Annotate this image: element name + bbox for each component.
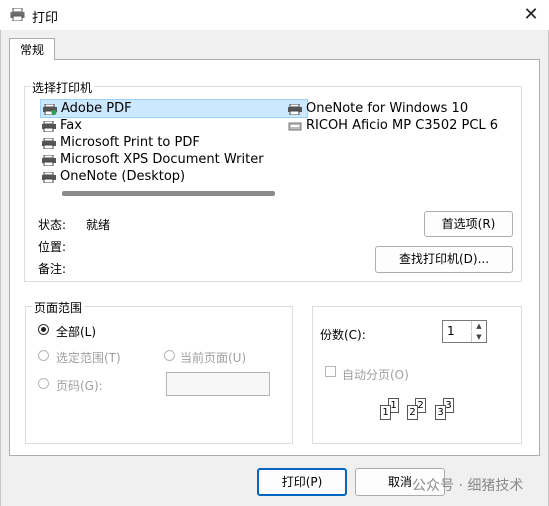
page-sheet: 2 <box>407 405 418 420</box>
page-sheet: 1 <box>380 405 391 420</box>
printer-default-icon <box>43 103 57 116</box>
copies-stepper[interactable]: 1 ▲ ▼ <box>442 320 487 343</box>
printer-name: Adobe PDF <box>61 101 132 116</box>
close-icon[interactable]: ✕ <box>518 3 544 27</box>
radio-pages-label: 页码(G): <box>56 379 103 393</box>
printer-item-adobe-pdf[interactable]: Adobe PDF <box>40 99 308 118</box>
radio-current-page[interactable] <box>164 350 175 361</box>
printer-item-ms-xps-writer[interactable]: Microsoft XPS Document Writer <box>40 151 264 168</box>
printer-icon <box>42 120 56 133</box>
copies-value: 1 <box>447 324 455 338</box>
page-sheet: 3 <box>435 405 446 420</box>
printer-icon <box>288 103 302 116</box>
radio-all-label: 全部(L) <box>56 325 97 339</box>
radio-current-page-label: 当前页面(U) <box>180 351 247 365</box>
radio-all[interactable] <box>38 324 49 335</box>
printer-group-legend: 选择打印机 <box>30 79 95 96</box>
page-range-legend: 页面范围 <box>32 299 85 316</box>
copies-label: 份数(C): <box>320 328 366 342</box>
status-value: 就绪 <box>86 218 111 232</box>
printer-list[interactable]: Adobe PDF Fax Microsoft Print to PDF Mic… <box>38 96 514 188</box>
printer-icon <box>42 137 56 150</box>
print-button[interactable]: 打印(P) <box>257 468 347 496</box>
radio-selection-label: 选定范围(T) <box>56 351 121 365</box>
tab-general[interactable]: 常规 <box>9 38 55 60</box>
printer-item-fax[interactable]: Fax <box>40 117 82 134</box>
collate-checkbox[interactable] <box>325 366 336 377</box>
find-printer-button[interactable]: 查找打印机(D)... <box>375 246 513 273</box>
spin-down-icon[interactable]: ▼ <box>471 332 486 342</box>
window-title: 打印 <box>32 11 59 26</box>
title-bar: 打印 ✕ <box>0 0 549 30</box>
tab-join <box>10 58 54 60</box>
printer-icon <box>42 171 56 184</box>
radio-pages[interactable] <box>38 378 49 389</box>
printer-name: OneNote (Desktop) <box>60 169 186 184</box>
printer-icon <box>10 7 25 22</box>
radio-selection[interactable] <box>38 350 49 361</box>
printer-item-ricoh[interactable]: RICOH Aficio MP C3502 PCL 6 <box>286 117 498 134</box>
comment-label: 备注: <box>38 262 67 276</box>
preferences-button[interactable]: 首选项(R) <box>424 211 513 237</box>
collate-label: 自动分页(O) <box>342 368 409 382</box>
printer-item-onenote-desktop[interactable]: OneNote (Desktop) <box>40 168 185 185</box>
printer-item-ms-print-to-pdf[interactable]: Microsoft Print to PDF <box>40 134 200 151</box>
printer-item-onenote-win10[interactable]: OneNote for Windows 10 <box>286 100 468 117</box>
printer-icon <box>42 154 56 167</box>
spin-up-icon[interactable]: ▲ <box>471 321 486 331</box>
printer-name: RICOH Aficio MP C3502 PCL 6 <box>306 118 499 133</box>
collate-pages-icon: 1 1 2 2 3 3 <box>380 398 460 426</box>
location-label: 位置: <box>38 240 67 254</box>
watermark: 公众号 · 细猪技术 <box>412 478 524 494</box>
printer-name: OneNote for Windows 10 <box>306 101 469 116</box>
printer-name: Fax <box>60 118 82 133</box>
pages-input[interactable] <box>166 372 270 396</box>
printer-list-scrollbar[interactable] <box>62 191 275 196</box>
status-label: 状态: <box>38 218 67 232</box>
printer-icon <box>288 120 302 131</box>
printer-name: Microsoft Print to PDF <box>60 135 200 150</box>
printer-name: Microsoft XPS Document Writer <box>60 152 264 167</box>
